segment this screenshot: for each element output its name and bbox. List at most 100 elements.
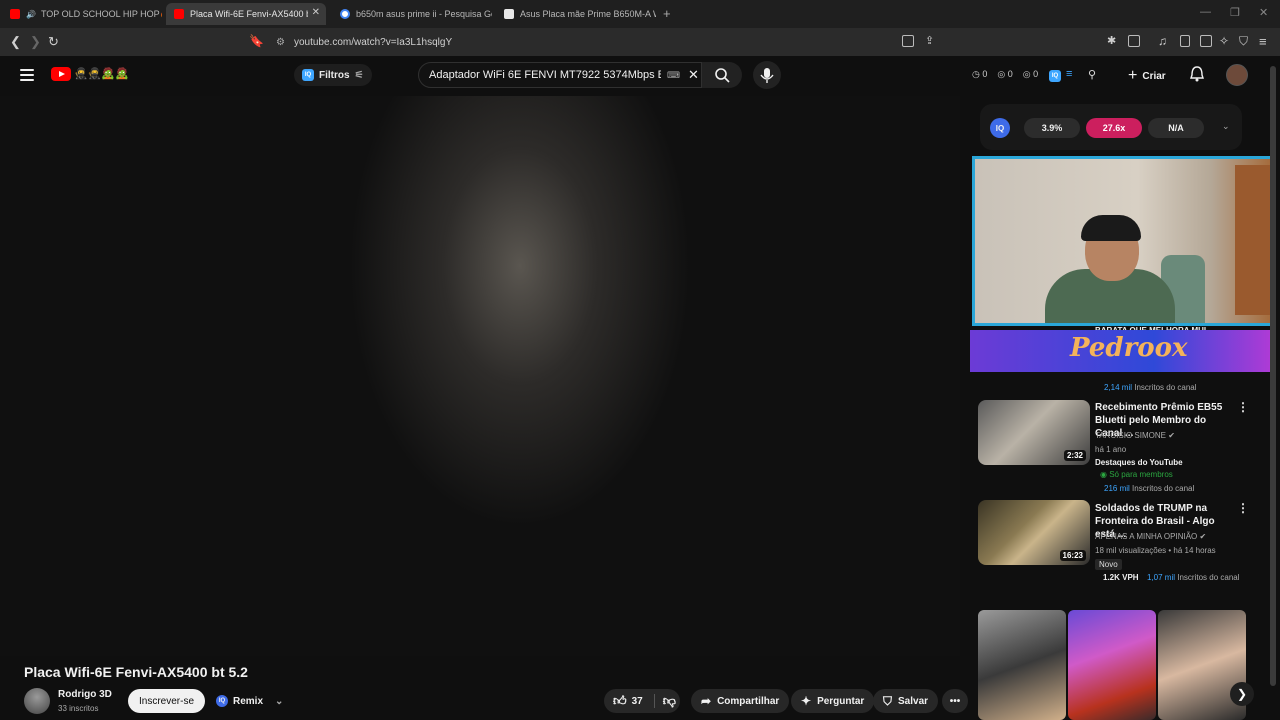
wallet-icon[interactable]	[1200, 35, 1212, 47]
filters-label: Filtros	[319, 69, 350, 81]
metric-na: N/A	[1148, 118, 1204, 138]
like-count: 37	[631, 695, 643, 707]
bookmark-icon[interactable]: 🔖	[249, 34, 264, 48]
tab-title: TOP OLD SCHOOL HIP HOP🔥🔥	[40, 8, 162, 19]
counter-item: ◎ 0	[1022, 69, 1039, 79]
ask-label: Perguntar	[817, 695, 865, 707]
channel-avatar[interactable]	[24, 688, 50, 714]
like-button[interactable]: 👍︎	[613, 693, 627, 709]
site-info-icon[interactable]: ⚙	[276, 37, 285, 48]
shelf-next-button[interactable]: ❯	[1230, 682, 1254, 706]
guide-menu-icon[interactable]	[20, 69, 34, 84]
divider	[653, 694, 655, 708]
channel-subs: 216 mil Inscritos do canal	[1104, 484, 1195, 493]
counter-item: ◎ 0	[997, 69, 1013, 79]
sparkle-icon: ✦	[801, 694, 812, 708]
video-thumbnail[interactable]: 2:32	[978, 400, 1090, 465]
shorts-thumbnail[interactable]	[1158, 610, 1246, 720]
leo-ai-icon[interactable]: ✧	[1219, 34, 1229, 48]
keyboard-icon[interactable]: ⌨	[667, 70, 680, 81]
voice-search-button[interactable]	[753, 61, 781, 89]
more-actions-button[interactable]: •••	[942, 689, 968, 713]
trophy-icon[interactable]: ⚲	[1088, 68, 1096, 81]
door-frame	[1235, 165, 1271, 315]
cast-icon[interactable]	[902, 35, 914, 47]
youtube-logo-icon[interactable]	[51, 67, 71, 81]
sliders-icon: ⚟	[354, 69, 364, 81]
search-query: Adaptador WiFi 6E FENVI MT7922 5374Mbps …	[429, 69, 661, 81]
microphone-icon	[760, 68, 774, 83]
search-input[interactable]: Adaptador WiFi 6E FENVI MT7922 5374Mbps …	[418, 62, 702, 88]
search-button[interactable]	[702, 62, 742, 88]
channel-name[interactable]: Rodrigo 3D	[58, 689, 112, 700]
browser-tab-active[interactable]: Placa Wifi-6E Fenvi-AX5400 bt 5... ✕	[166, 3, 326, 25]
plus-icon: +	[1128, 67, 1138, 84]
video-player[interactable]	[0, 96, 960, 656]
minimize-icon[interactable]: —	[1200, 6, 1211, 18]
shorts-thumbnail[interactable]	[1068, 610, 1156, 720]
create-button[interactable]: + Criar	[1128, 66, 1166, 86]
extensions-icon[interactable]: ✱	[1107, 34, 1116, 47]
maximize-icon[interactable]: ❐	[1230, 6, 1240, 19]
extension-counters: ◷ 0 ◎ 0 ◎ 0	[972, 69, 1038, 80]
channel-name[interactable]: TARCISIO SIMONE ✔	[1095, 431, 1175, 440]
music-icon[interactable]: ♫	[1158, 34, 1167, 48]
chevron-down-icon: ⌄	[275, 695, 284, 707]
share-button[interactable]: ➦ Compartilhar	[691, 689, 790, 713]
headphones-shape	[1081, 215, 1141, 241]
ask-button[interactable]: ✦ Perguntar	[791, 689, 875, 713]
reload-icon[interactable]: ↻	[48, 34, 59, 50]
subscriber-count: 33 inscritos	[58, 704, 99, 713]
new-badge: Novo	[1095, 559, 1122, 570]
iq-remix-icon: IQ	[216, 695, 228, 707]
highlight-label: Destaques do YouTube	[1095, 458, 1183, 467]
channel-name[interactable]: APENAS A MINHA OPINIÃO ✔	[1095, 532, 1206, 541]
vpn-icon[interactable]: ⛉	[1239, 34, 1248, 49]
dislike-button[interactable]: 👎︎	[663, 693, 676, 709]
new-tab-icon[interactable]: +	[663, 6, 671, 21]
back-icon[interactable]: ❮	[10, 34, 21, 50]
counter-item: ◷ 0	[972, 69, 988, 79]
more-horizontal-icon: •••	[949, 695, 961, 707]
channel-banner-overlay: Pedroox	[970, 330, 1276, 372]
more-actions-icon[interactable]: ⋮	[1237, 501, 1249, 515]
logo-doodle: 🥷🥷🧟🧟	[74, 68, 129, 80]
address-bar[interactable]: ⚙ youtube.com/watch?v=Ia3L1hsqlgY	[270, 31, 990, 53]
browser-tab[interactable]: b650m asus prime ii - Pesquisa Goo...	[332, 3, 492, 25]
subscribe-button[interactable]: Inscrever-se	[128, 689, 205, 713]
audio-icon: 🔊	[26, 9, 36, 19]
browser-tab[interactable]: 🔊 TOP OLD SCHOOL HIP HOP🔥🔥	[2, 3, 162, 25]
screenshot-icon[interactable]	[1128, 35, 1140, 47]
list-icon[interactable]: ≡	[1066, 68, 1072, 80]
share-icon: ➦	[701, 694, 712, 708]
save-button[interactable]: ⛉ Salvar	[873, 689, 939, 713]
video-age: há 1 ano	[1095, 445, 1127, 454]
tab-title: Asus Placa mãe Prime B650M-A Wifi...	[520, 9, 656, 19]
forward-icon[interactable]: ❯	[30, 34, 41, 50]
close-tab-icon[interactable]: ✕	[312, 7, 320, 18]
browser-tab[interactable]: Asus Placa mãe Prime B650M-A Wifi...	[496, 3, 656, 25]
more-actions-icon[interactable]: ⋮	[1237, 400, 1249, 414]
vph-stat: 1.2K VPH	[1103, 573, 1139, 582]
remix-button[interactable]: IQ Remix ⌄	[212, 692, 283, 710]
shorts-thumbnail[interactable]	[978, 610, 1066, 720]
like-dislike-group: 👍︎ 37 👎︎	[604, 689, 680, 713]
video-thumbnail[interactable]: 16:23	[978, 500, 1090, 565]
filters-button[interactable]: IQ Filtros ⚟	[294, 64, 372, 86]
menu-icon[interactable]: ≡	[1259, 34, 1267, 49]
account-avatar[interactable]	[1226, 64, 1248, 86]
sidebar-icon[interactable]	[1180, 35, 1190, 47]
notifications-bell-icon[interactable]	[1190, 66, 1204, 82]
tab-title: b650m asus prime ii - Pesquisa Goo...	[356, 9, 492, 19]
members-only-badge: ◉ Só para membros	[1100, 470, 1173, 479]
page-scrollbar[interactable]	[1270, 66, 1276, 686]
webcam-overlay	[972, 156, 1274, 326]
metric-percent: 3.9%	[1024, 118, 1080, 138]
search-icon	[715, 68, 730, 83]
close-window-icon[interactable]: ✕	[1259, 6, 1268, 19]
iq-extension-icon[interactable]: IQ	[1049, 70, 1061, 82]
expand-chevron-icon[interactable]: ⌄	[1222, 121, 1230, 132]
youtube-favicon-icon	[174, 9, 184, 19]
share-page-icon[interactable]: ⇪	[925, 34, 934, 47]
clear-search-icon[interactable]: ✕	[688, 67, 699, 83]
